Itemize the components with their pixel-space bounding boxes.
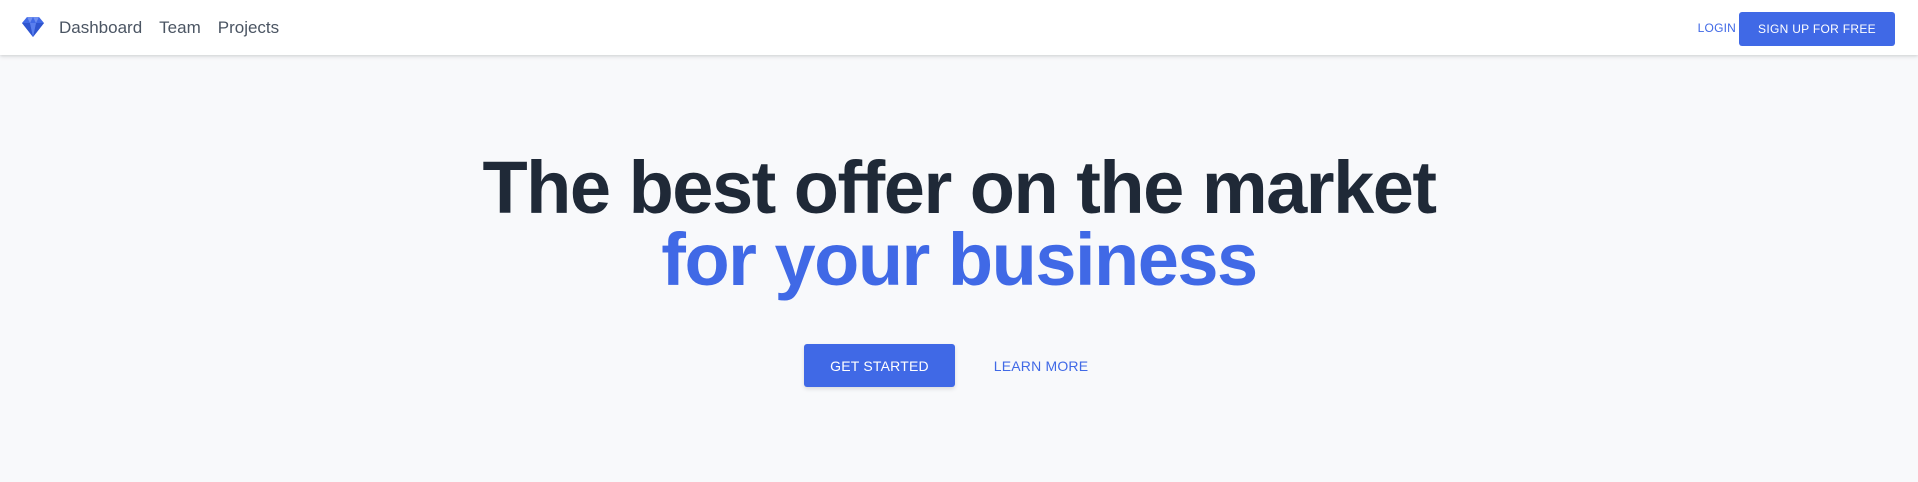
get-started-button[interactable]: GET STARTED xyxy=(804,344,955,387)
hero-title-line2: for your business xyxy=(661,218,1258,301)
nav-link-projects[interactable]: Projects xyxy=(218,18,279,38)
nav-link-dashboard[interactable]: Dashboard xyxy=(59,18,142,38)
nav-link-team[interactable]: Team xyxy=(159,18,201,38)
diamond-icon xyxy=(22,17,44,37)
hero-title-line1: The best offer on the market xyxy=(482,146,1437,229)
diamond-logo-icon[interactable] xyxy=(22,17,44,37)
top-navbar: Dashboard Team Projects LOGIN SIGN UP FO… xyxy=(0,0,1918,55)
primary-nav: Dashboard Team Projects xyxy=(59,0,279,55)
learn-more-link[interactable]: LEARN MORE xyxy=(980,344,1102,387)
cta-row: GET STARTED LEARN MORE xyxy=(0,344,1918,387)
signup-button[interactable]: SIGN UP FOR FREE xyxy=(1739,12,1895,46)
login-link[interactable]: LOGIN xyxy=(1698,0,1736,55)
hero-section: The best offer on the market for your bu… xyxy=(0,55,1918,482)
hero-title: The best offer on the market for your bu… xyxy=(0,146,1918,301)
